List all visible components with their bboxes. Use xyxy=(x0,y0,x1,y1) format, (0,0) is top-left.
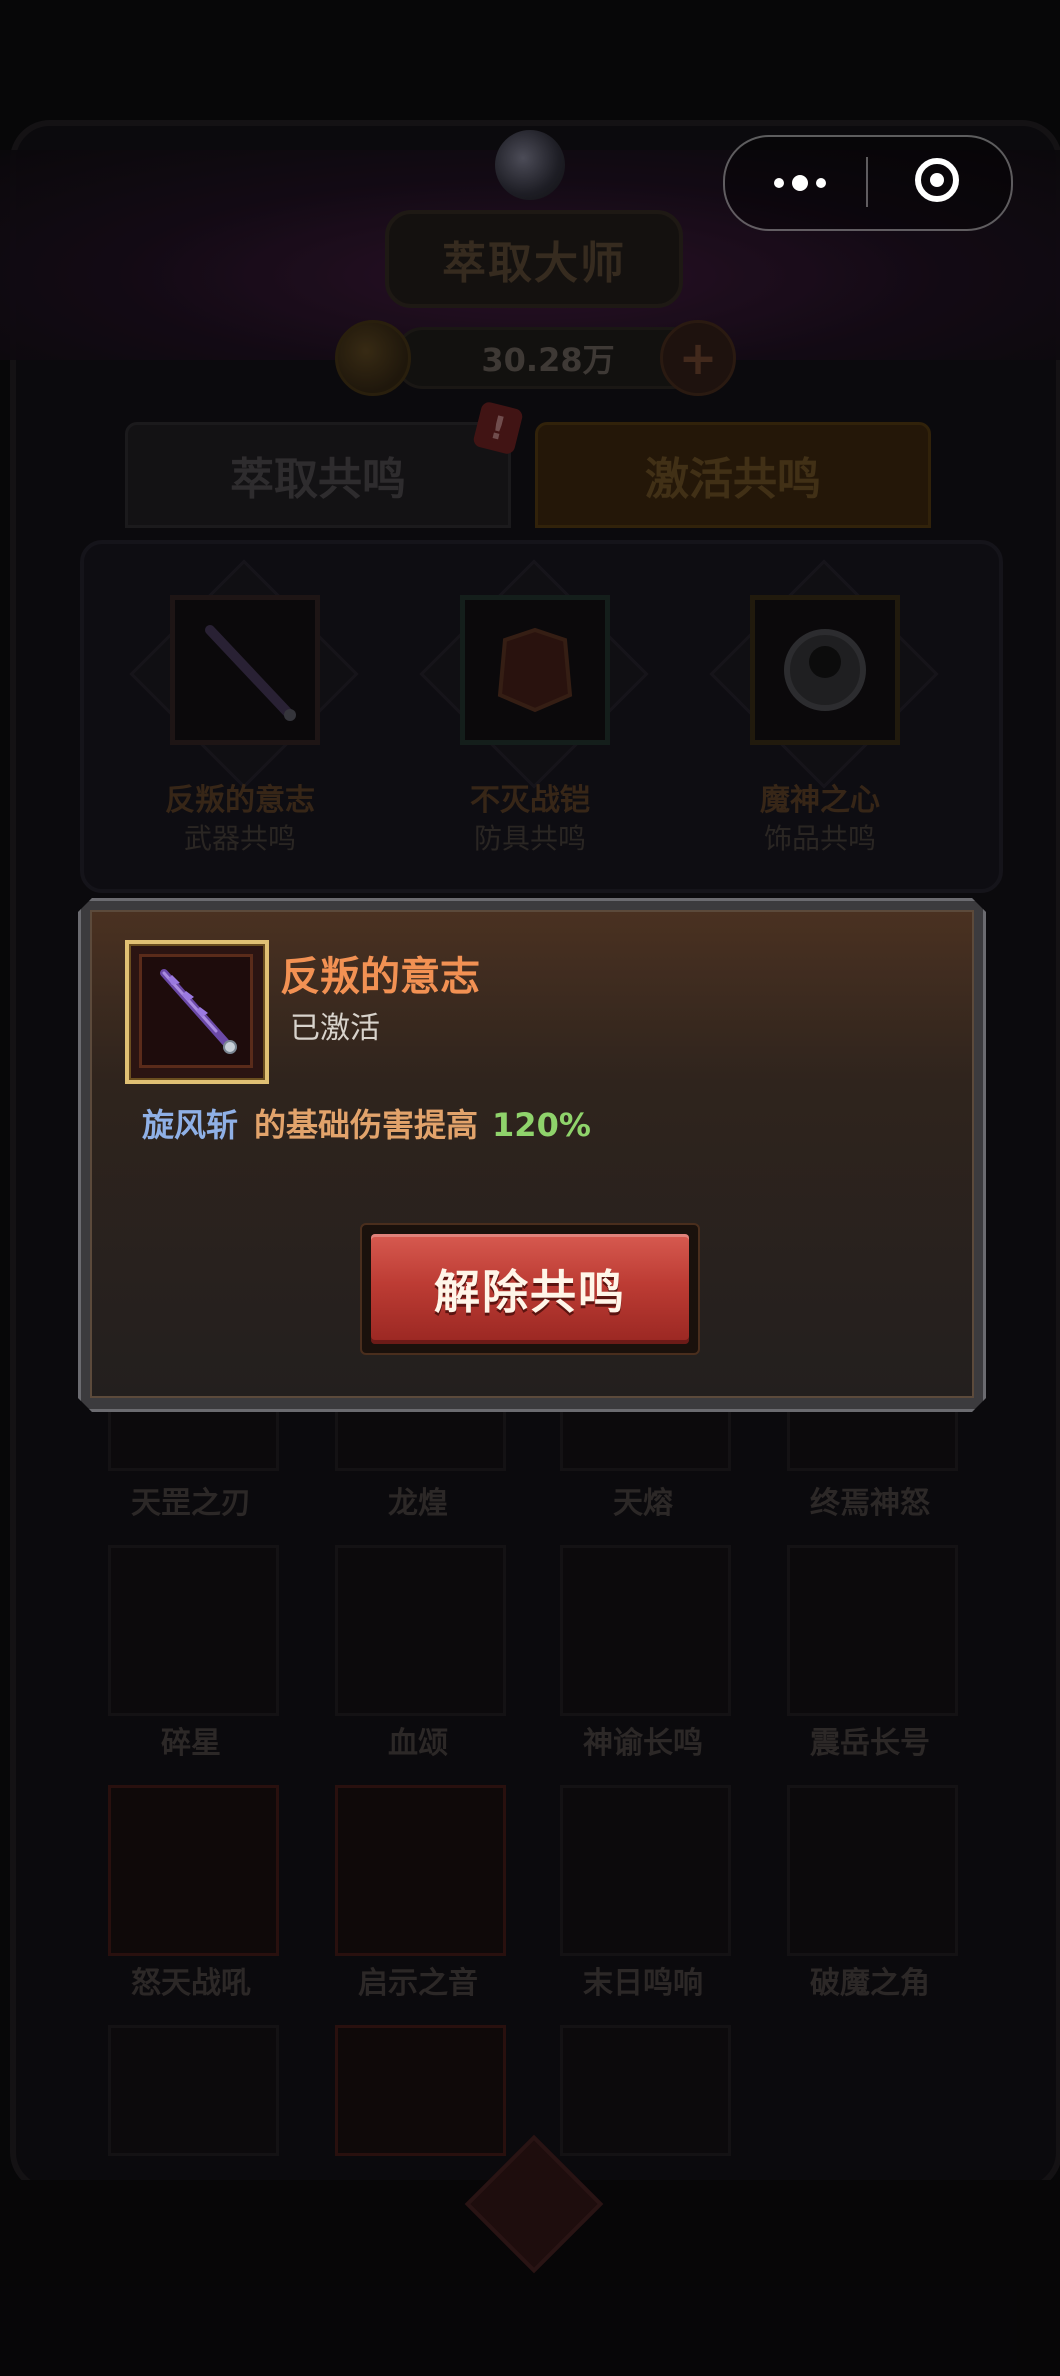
release-resonance-button[interactable]: 解除共鸣 xyxy=(360,1223,700,1355)
effect-value: 120% xyxy=(492,1106,591,1144)
item-name: 反叛的意志 xyxy=(280,954,480,1000)
item-frame xyxy=(125,940,269,1084)
skill-name: 旋风斩 xyxy=(142,1106,239,1144)
more-options-icon[interactable] xyxy=(765,153,835,213)
item-status: 已激活 xyxy=(290,1011,380,1046)
close-miniprogram-icon[interactable] xyxy=(915,158,959,202)
staff-item-icon xyxy=(139,954,253,1068)
effect-description: 旋风斩 的基础伤害提高 120% xyxy=(142,1100,591,1146)
release-resonance-label: 解除共鸣 xyxy=(371,1234,689,1344)
capsule-divider xyxy=(866,157,868,207)
effect-text: 的基础伤害提高 xyxy=(254,1106,479,1144)
